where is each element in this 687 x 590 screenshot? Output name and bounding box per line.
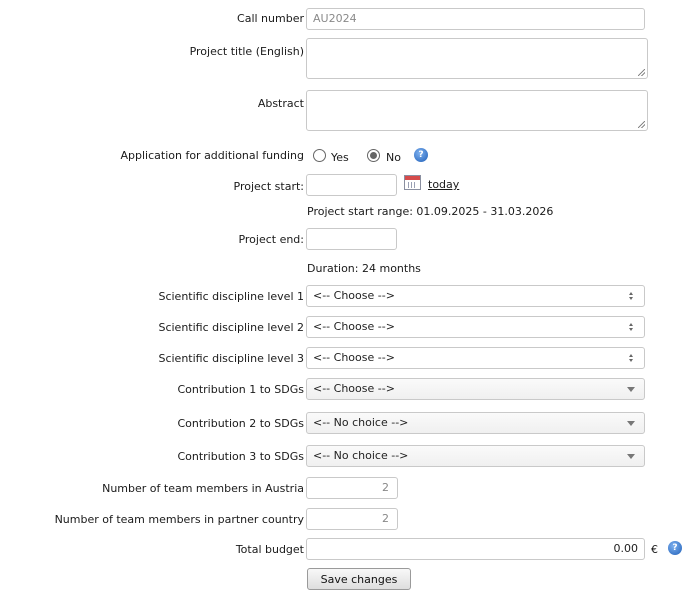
team-partner-input[interactable]: 2 xyxy=(306,508,398,530)
funding-yes-label: Yes xyxy=(331,151,349,164)
sdg-1-label: Contribution 1 to SDGs xyxy=(177,383,304,396)
duration-note: Duration: 24 months xyxy=(307,262,421,275)
funding-no-radio[interactable] xyxy=(367,149,380,162)
total-budget-label: Total budget xyxy=(235,543,304,556)
project-end-label: Project end: xyxy=(238,233,304,246)
resize-grip-icon[interactable] xyxy=(638,69,645,76)
project-start-label: Project start: xyxy=(233,180,304,193)
chevron-down-icon xyxy=(627,387,635,392)
discipline-1-select[interactable]: <-- Choose --> xyxy=(306,285,645,307)
discipline-2-value: <-- Choose --> xyxy=(313,320,395,333)
sdg-3-label: Contribution 3 to SDGs xyxy=(177,450,304,463)
calendar-icon[interactable] xyxy=(404,175,421,190)
project-end-input[interactable] xyxy=(306,228,397,250)
chevron-down-icon xyxy=(627,454,635,459)
team-austria-label: Number of team members in Austria xyxy=(102,482,304,495)
discipline-3-label: Scientific discipline level 3 xyxy=(158,352,304,365)
project-title-textarea[interactable] xyxy=(306,38,648,79)
select-arrows-icon xyxy=(629,322,634,332)
today-link[interactable]: today xyxy=(428,178,459,191)
additional-funding-label: Application for additional funding xyxy=(120,149,304,162)
currency-symbol: € xyxy=(651,543,658,556)
discipline-1-label: Scientific discipline level 1 xyxy=(158,290,304,303)
sdg-2-label: Contribution 2 to SDGs xyxy=(177,417,304,430)
sdg-3-select[interactable]: <-- No choice --> xyxy=(306,445,645,467)
sdg-2-select[interactable]: <-- No choice --> xyxy=(306,412,645,434)
call-number-field: AU2024 xyxy=(306,8,645,30)
funding-no-label: No xyxy=(386,151,401,164)
help-icon[interactable]: ? xyxy=(668,541,682,555)
project-start-range-note: Project start range: 01.09.2025 - 31.03.… xyxy=(307,205,554,218)
discipline-1-value: <-- Choose --> xyxy=(313,289,395,302)
call-number-label: Call number xyxy=(237,12,304,25)
project-title-label: Project title (English) xyxy=(189,45,304,58)
discipline-3-select[interactable]: <-- Choose --> xyxy=(306,347,645,369)
team-partner-label: Number of team members in partner countr… xyxy=(54,513,304,526)
sdg-3-value: <-- No choice --> xyxy=(313,449,409,462)
help-icon[interactable]: ? xyxy=(414,148,428,162)
sdg-2-value: <-- No choice --> xyxy=(313,416,409,429)
select-arrows-icon xyxy=(629,353,634,363)
sdg-1-value: <-- Choose --> xyxy=(313,382,395,395)
discipline-2-label: Scientific discipline level 2 xyxy=(158,321,304,334)
abstract-label: Abstract xyxy=(257,97,304,110)
team-austria-input[interactable]: 2 xyxy=(306,477,398,499)
select-arrows-icon xyxy=(629,291,634,301)
total-budget-input[interactable]: 0.00 xyxy=(306,538,645,560)
discipline-3-value: <-- Choose --> xyxy=(313,351,395,364)
project-start-input[interactable] xyxy=(306,174,397,196)
discipline-2-select[interactable]: <-- Choose --> xyxy=(306,316,645,338)
sdg-1-select[interactable]: <-- Choose --> xyxy=(306,378,645,400)
funding-yes-radio[interactable] xyxy=(313,149,326,162)
abstract-textarea[interactable] xyxy=(306,90,648,131)
chevron-down-icon xyxy=(627,421,635,426)
resize-grip-icon[interactable] xyxy=(638,121,645,128)
